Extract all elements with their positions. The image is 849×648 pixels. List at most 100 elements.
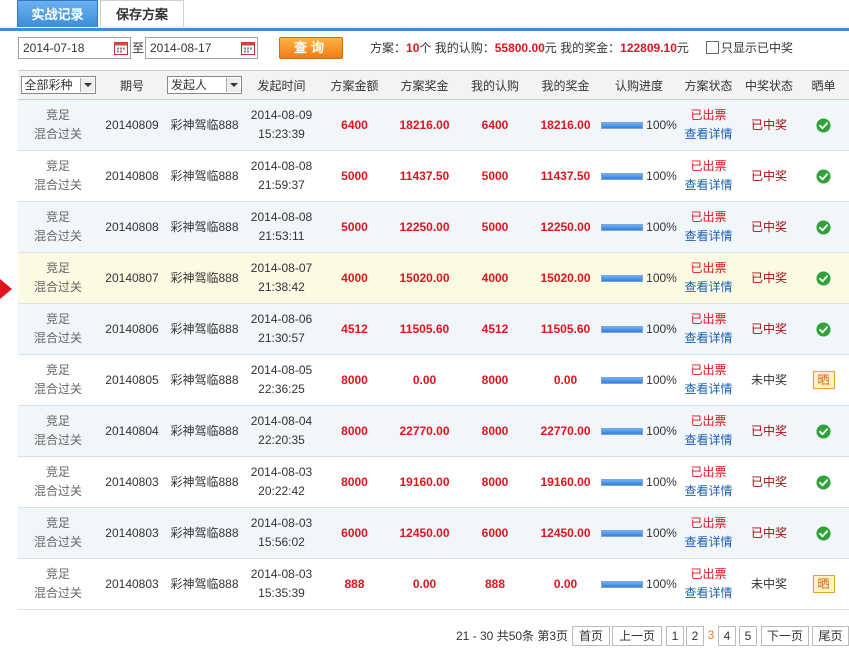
page-4-button[interactable]: 4 xyxy=(718,626,736,646)
progress-value: 100% xyxy=(646,270,677,285)
plan-prize-cell: 12450.00 xyxy=(389,507,460,559)
ticket-status: 已出票 xyxy=(690,465,727,479)
table-header-row: 全部彩种 期号 发起人 发起时间 方案金额 方案奖金 我的认购 我的奖金 认购进… xyxy=(18,70,849,100)
time: 22:36:25 xyxy=(258,382,305,396)
progress-cell: 100% xyxy=(601,405,677,457)
page-1-button[interactable]: 1 xyxy=(666,626,684,646)
progress-bar xyxy=(601,223,644,231)
plan-amount-cell: 8000 xyxy=(320,354,389,406)
calendar-icon[interactable] xyxy=(114,41,128,55)
my-prize-cell: 11437.50 xyxy=(530,150,601,202)
page-5-button[interactable]: 5 xyxy=(739,626,757,646)
my-subscription-cell: 5000 xyxy=(460,201,530,253)
plan-prize-cell: 19160.00 xyxy=(389,456,460,508)
view-details-link[interactable]: 查看详情 xyxy=(677,533,740,552)
ticket-status: 已出票 xyxy=(690,159,727,173)
lottery-type: 竞足 xyxy=(45,363,70,377)
chevron-down-icon[interactable] xyxy=(79,78,94,92)
date: 2014-08-07 xyxy=(250,261,313,275)
issue-cell: 20140803 xyxy=(98,456,166,508)
lottery-type-select[interactable]: 全部彩种 xyxy=(20,76,96,94)
lottery-type-filter[interactable]: 全部彩种 xyxy=(18,70,98,100)
win-only-toggle[interactable]: 只显示已中奖 xyxy=(706,37,793,59)
calendar-icon[interactable] xyxy=(241,41,255,55)
my-prize-cell: 0.00 xyxy=(530,354,601,406)
plan-status-cell: 已出票 查看详情 xyxy=(677,405,740,457)
check-circle-icon xyxy=(816,118,831,133)
progress-bar xyxy=(601,427,644,435)
col-plan-prize: 方案奖金 xyxy=(389,70,460,100)
play-type: 混合过关 xyxy=(33,586,82,600)
issue-cell: 20140808 xyxy=(98,201,166,253)
plan-prize-cell: 11437.50 xyxy=(389,150,460,202)
page-2-button[interactable]: 2 xyxy=(686,626,704,646)
page-3-current: 3 xyxy=(707,628,715,642)
view-details-link[interactable]: 查看详情 xyxy=(677,584,740,603)
initiator-filter[interactable]: 发起人 xyxy=(166,70,243,100)
time: 20:22:42 xyxy=(258,484,305,498)
my-subscription-cell: 6000 xyxy=(460,507,530,559)
initiator-cell: 彩神驾临888 xyxy=(166,558,243,610)
my-prize-cell: 11505.60 xyxy=(530,303,601,355)
progress-value: 100% xyxy=(646,219,677,234)
progress-bar xyxy=(601,478,644,486)
table-row: 竞足 混合过关 20140809 彩神驾临888 2014-08-09 15:23:39 6… xyxy=(18,99,849,151)
plan-status-cell: 已出票 查看详情 xyxy=(677,558,740,610)
chevron-down-icon[interactable] xyxy=(226,78,240,92)
check-circle-icon xyxy=(816,322,831,337)
ticket-status: 已出票 xyxy=(690,567,727,581)
view-details-link[interactable]: 查看详情 xyxy=(677,380,740,399)
prev-page-button[interactable]: 上一页 xyxy=(612,626,662,646)
progress-cell: 100% xyxy=(601,507,677,559)
play-type: 混合过关 xyxy=(33,433,82,447)
time-cell: 2014-08-04 22:20:35 xyxy=(243,405,320,457)
win-only-checkbox[interactable] xyxy=(706,41,719,54)
records-table: 全部彩种 期号 发起人 发起时间 方案金额 方案奖金 我的认购 我的奖金 认购进… xyxy=(18,70,849,610)
win-status-cell: 已中奖 xyxy=(740,99,798,151)
tab-battle-records[interactable]: 实战记录 xyxy=(17,0,98,27)
progress-bar xyxy=(601,274,644,282)
currency-unit: 元 xyxy=(544,41,557,55)
check-circle-icon xyxy=(816,526,831,541)
share-button[interactable]: 晒 xyxy=(812,574,835,593)
col-win-status: 中奖状态 xyxy=(740,70,798,100)
view-details-link[interactable]: 查看详情 xyxy=(677,125,740,144)
check-circle-icon xyxy=(816,220,831,235)
initiator-selected: 发起人 xyxy=(171,78,208,92)
view-details-link[interactable]: 查看详情 xyxy=(677,278,740,297)
issue-cell: 20140805 xyxy=(98,354,166,406)
check-circle-icon xyxy=(816,424,831,439)
check-circle-icon xyxy=(816,271,831,286)
share-cell: 晒 xyxy=(798,354,849,406)
view-details-link[interactable]: 查看详情 xyxy=(677,176,740,195)
view-details-link[interactable]: 查看详情 xyxy=(677,329,740,348)
initiator-cell: 彩神驾临888 xyxy=(166,456,243,508)
progress-cell: 100% xyxy=(601,558,677,610)
view-details-link[interactable]: 查看详情 xyxy=(677,482,740,501)
view-details-link[interactable]: 查看详情 xyxy=(677,227,740,246)
end-date-input[interactable]: 2014-08-17 xyxy=(145,37,258,59)
lottery-type-cell: 竞足 混合过关 xyxy=(18,558,98,610)
my-subscription-value: 55800.00 xyxy=(494,41,545,55)
issue-cell: 20140803 xyxy=(98,507,166,559)
time: 15:56:02 xyxy=(258,535,305,549)
time-cell: 2014-08-08 21:53:11 xyxy=(243,201,320,253)
date: 2014-08-03 xyxy=(250,567,313,581)
last-page-button[interactable]: 尾页 xyxy=(812,626,849,646)
first-page-button[interactable]: 首页 xyxy=(572,626,610,646)
col-time: 发起时间 xyxy=(243,70,320,100)
time-cell: 2014-08-08 21:59:37 xyxy=(243,150,320,202)
end-date-value: 2014-08-17 xyxy=(150,41,212,55)
my-prize-cell: 22770.00 xyxy=(530,405,601,457)
initiator-select[interactable]: 发起人 xyxy=(167,76,242,94)
start-date-input[interactable]: 2014-07-18 xyxy=(18,37,131,59)
plan-amount-cell: 4512 xyxy=(320,303,389,355)
next-page-button[interactable]: 下一页 xyxy=(761,626,809,646)
my-prize-label: 我的奖金： xyxy=(556,41,621,55)
view-details-link[interactable]: 查看详情 xyxy=(677,431,740,450)
time: 15:35:39 xyxy=(258,586,305,600)
query-button[interactable]: 查询 xyxy=(279,37,343,59)
tab-saved-plans[interactable]: 保存方案 xyxy=(100,0,184,27)
share-button[interactable]: 晒 xyxy=(812,370,835,389)
progress-value: 100% xyxy=(646,525,677,540)
